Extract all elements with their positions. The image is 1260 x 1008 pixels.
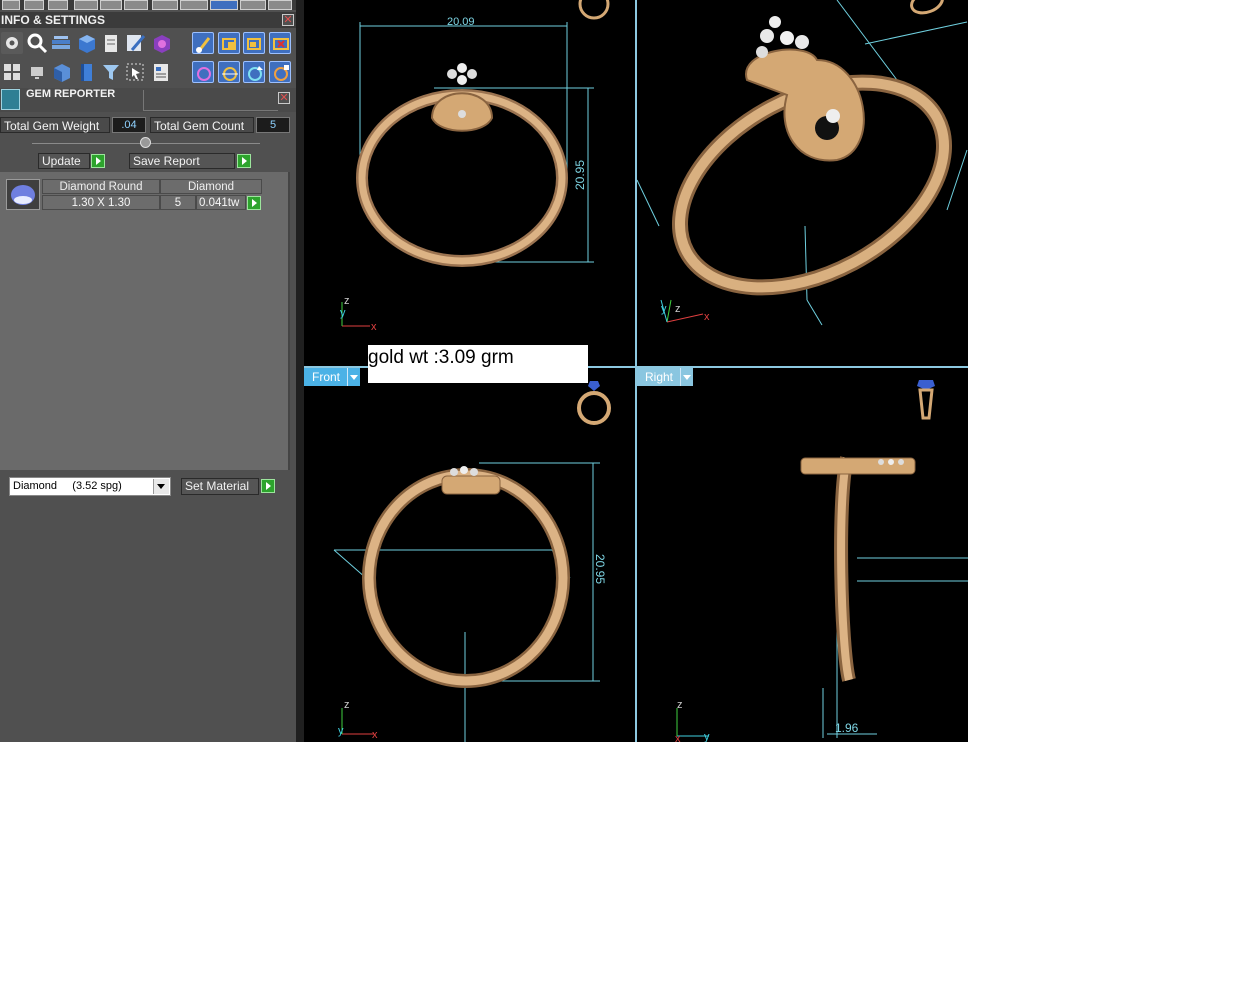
axis-y-label: y <box>661 303 667 315</box>
axis-y-label: y <box>338 725 344 737</box>
toolbar-icon[interactable] <box>24 0 44 10</box>
top-viewport[interactable]: 20.09 20.95 z x y <box>304 0 635 366</box>
bring-front-icon[interactable] <box>218 32 240 54</box>
gear-icon[interactable] <box>1 32 23 54</box>
info-settings-title: INFO & SETTINGS <box>0 12 296 28</box>
search-icon[interactable] <box>26 32 48 54</box>
toolbar-icon[interactable] <box>210 0 238 10</box>
toolbar-icon[interactable] <box>268 0 292 10</box>
toolbar-icon[interactable] <box>124 0 148 10</box>
gem-reporter-title: GEM REPORTER <box>26 88 116 100</box>
axis-z-label: z <box>677 699 683 711</box>
select-tool-icon[interactable] <box>124 61 146 83</box>
material-select-value: Diamond (3.52 spg) <box>13 480 122 492</box>
orientation-ring-icon <box>577 391 611 425</box>
viewport-divider-vertical[interactable] <box>635 0 637 742</box>
gem-shape-header: Diamond Round <box>42 179 160 194</box>
toolbar-icon[interactable] <box>74 0 98 10</box>
front-viewport[interactable]: 20.95 z x y <box>304 368 635 742</box>
cube-icon[interactable] <box>75 32 97 54</box>
monitor-icon[interactable] <box>26 61 48 83</box>
save-report-go-icon[interactable] <box>237 154 251 168</box>
material-select[interactable]: Diamond (3.52 spg) <box>9 477 171 496</box>
tab-front-label: Front <box>312 370 341 384</box>
gem-transform-icon[interactable] <box>218 61 240 83</box>
gem-list <box>0 172 290 470</box>
total-gem-count-label: Total Gem Count <box>150 117 254 133</box>
diamond-thumbnail-icon <box>6 179 40 210</box>
toolbar-icon[interactable] <box>152 0 178 10</box>
matrix-app-window: INFO & SETTINGS ✕ GEM REPORTER ✕ Total G… <box>0 0 968 742</box>
gem-reporter-close-icon[interactable]: ✕ <box>278 92 290 104</box>
left-panel: INFO & SETTINGS ✕ GEM REPORTER ✕ Total G… <box>0 0 296 742</box>
edit-icon[interactable] <box>124 32 146 54</box>
toolbar-icon[interactable] <box>240 0 266 10</box>
update-go-icon[interactable] <box>91 154 105 168</box>
layers-icon[interactable] <box>50 32 72 54</box>
grid-icon[interactable] <box>1 61 23 83</box>
send-back-icon[interactable] <box>243 32 265 54</box>
gem-weight-cell: 0.041tw <box>196 195 246 210</box>
brush-icon[interactable] <box>192 32 214 54</box>
gem-count-cell: 5 <box>160 195 196 210</box>
gem-row-go-icon[interactable] <box>247 196 261 210</box>
total-gem-weight-value: .04 <box>112 117 146 133</box>
set-material-go-icon[interactable] <box>261 479 275 493</box>
axis-x-label: x <box>675 733 681 742</box>
panel-splitter[interactable] <box>296 0 304 742</box>
tab-right-label: Right <box>645 370 674 384</box>
axis-y-label: y <box>340 307 346 319</box>
gem-type-header: Diamond <box>160 179 262 194</box>
gem-scale-icon[interactable] <box>269 61 291 83</box>
gem-select-icon[interactable] <box>192 61 214 83</box>
toolbar-row-2 <box>0 60 296 86</box>
chevron-down-icon[interactable] <box>347 368 360 386</box>
total-gem-count-value: 5 <box>256 117 290 133</box>
save-report-button[interactable]: Save Report <box>129 153 235 169</box>
info-close-icon[interactable]: ✕ <box>282 14 294 26</box>
total-gem-weight-label: Total Gem Weight <box>0 117 110 133</box>
splitter-handle-icon[interactable] <box>140 137 151 148</box>
width-dimension-label: 1.96 <box>835 721 859 735</box>
chevron-down-icon[interactable] <box>680 368 693 386</box>
tab-right[interactable]: Right <box>637 368 693 386</box>
gem-rotate-icon[interactable] <box>243 61 265 83</box>
gem-reporter-logo-icon <box>1 89 20 110</box>
axis-x-label: x <box>372 729 378 741</box>
update-button[interactable]: Update <box>38 153 90 169</box>
book-icon[interactable] <box>75 61 97 83</box>
set-material-button[interactable]: Set Material <box>181 478 259 495</box>
axis-x-label: x <box>371 321 377 333</box>
toolbar-icon[interactable] <box>48 0 68 10</box>
gold-weight-note: gold wt :3.09 grm <box>368 345 588 383</box>
top-toolbar-strip <box>0 0 296 10</box>
toolbar-row-1 <box>0 31 296 57</box>
report-icon[interactable] <box>150 61 172 83</box>
box-icon[interactable] <box>50 61 72 83</box>
perspective-viewport[interactable]: z x y <box>637 0 968 366</box>
right-viewport[interactable]: 1.96 z y x <box>637 368 968 742</box>
gem-size-cell: 1.30 X 1.30 <box>42 195 160 210</box>
height-dimension-label: 20.95 <box>593 554 607 584</box>
axis-z-label: z <box>675 303 681 315</box>
delete-icon[interactable] <box>269 32 291 54</box>
gem-header-tab-area <box>143 90 278 111</box>
width-dimension-label: 20.09 <box>447 16 475 28</box>
orientation-ring-icon <box>910 0 944 15</box>
filter-icon[interactable] <box>100 61 122 83</box>
toolbar-icon[interactable] <box>2 0 20 10</box>
height-dimension-label: 20.95 <box>573 160 587 190</box>
axis-x-label: x <box>704 311 710 323</box>
document-icon[interactable] <box>100 32 122 54</box>
toolbar-icon[interactable] <box>100 0 122 10</box>
axis-y-label: y <box>704 731 710 742</box>
axis-z-label: z <box>344 295 350 307</box>
toolbar-icon[interactable] <box>180 0 208 10</box>
chevron-down-icon[interactable] <box>153 479 169 494</box>
orientation-ring-icon <box>578 0 610 20</box>
tab-front[interactable]: Front <box>304 368 360 386</box>
material-icon[interactable] <box>150 32 172 54</box>
axis-z-label: z <box>344 699 350 711</box>
